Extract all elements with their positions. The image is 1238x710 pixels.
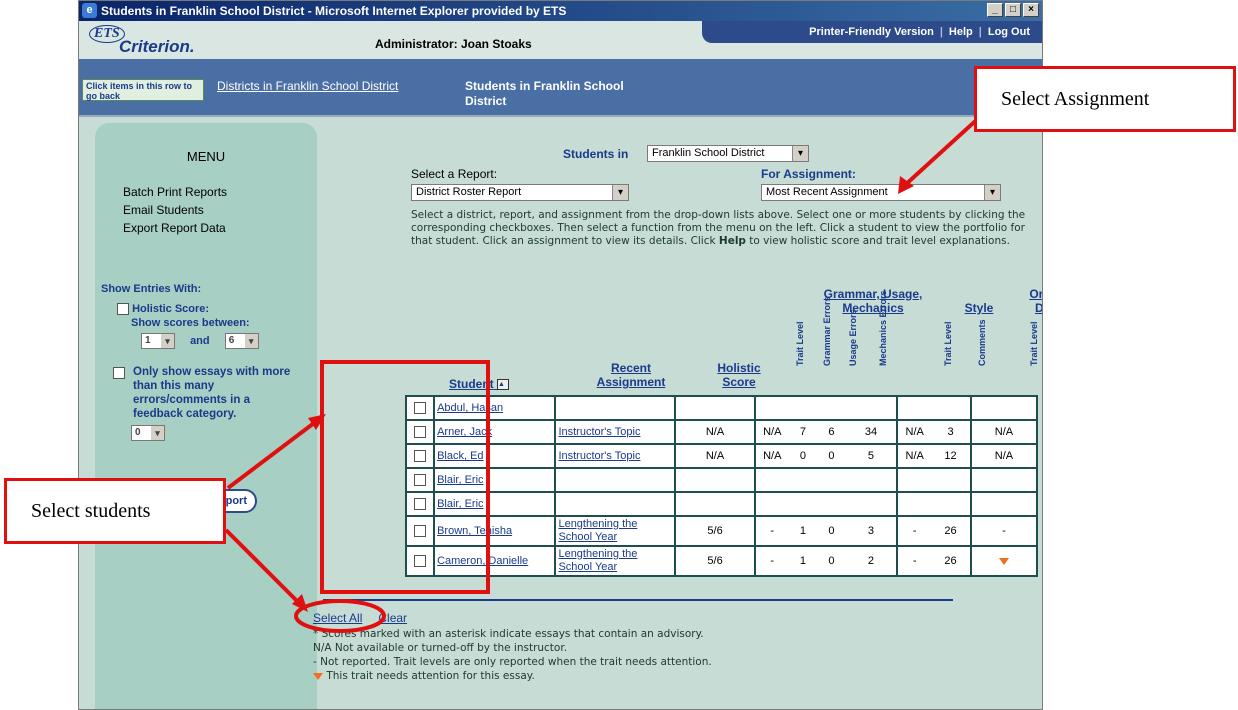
arrow-to-assignment	[902, 113, 984, 188]
select-assignment-callout: Select Assignment	[974, 66, 1236, 132]
arrow-to-select-all	[224, 528, 304, 608]
arrow-to-students-top	[226, 418, 320, 490]
select-all-ellipse	[294, 599, 386, 633]
select-students-callout: Select students	[4, 478, 226, 544]
